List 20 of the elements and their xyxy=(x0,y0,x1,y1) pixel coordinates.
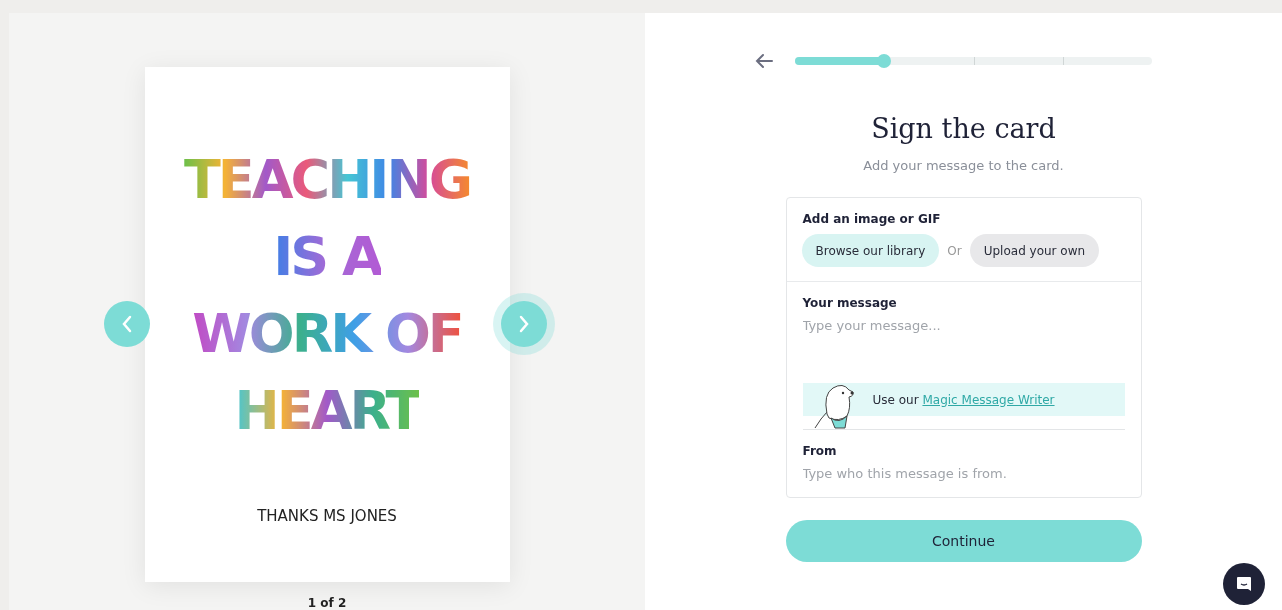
or-separator: Or xyxy=(947,243,962,258)
back-button[interactable] xyxy=(755,53,773,69)
message-field[interactable]: Type your message... xyxy=(802,318,1125,333)
message-writer-text: Use our Magic Message Writer xyxy=(872,392,1055,407)
from-field[interactable]: Type who this message is from. xyxy=(802,466,1125,481)
from-label: From xyxy=(802,444,838,458)
chat-icon xyxy=(1235,575,1253,593)
message-label: Your message xyxy=(802,296,898,310)
page-indicator: 1 of 2 xyxy=(307,596,347,610)
card-signature: THANKS MS JONES xyxy=(257,507,397,525)
page-title: Sign the card xyxy=(871,113,1056,144)
image-section-label: Add an image or GIF xyxy=(802,212,942,226)
chevron-right-icon xyxy=(518,315,530,333)
chat-button[interactable] xyxy=(1223,563,1265,605)
continue-button[interactable]: Continue xyxy=(785,520,1142,562)
upload-button[interactable]: Upload your own xyxy=(969,234,1100,267)
back-arrow-icon xyxy=(755,53,773,69)
chevron-left-icon xyxy=(121,315,133,333)
page-subtitle: Add your message to the card. xyxy=(863,158,1064,173)
browse-library-button[interactable]: Browse our library xyxy=(801,234,940,267)
